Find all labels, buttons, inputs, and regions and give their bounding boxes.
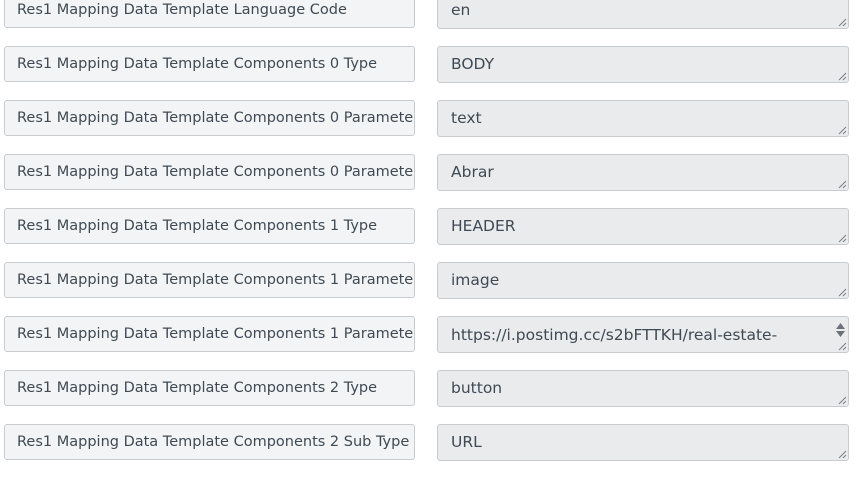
field-name-input[interactable]: Res1 Mapping Data Template Components 0 …: [4, 46, 415, 82]
field-value-text: https://i.postimg.cc/s2bFTTKH/real-estat…: [451, 326, 778, 344]
field-row: Res1 Mapping Data Template Components 1 …: [0, 316, 857, 370]
field-value-textarea[interactable]: text: [437, 100, 849, 137]
field-value-text: HEADER: [451, 217, 516, 235]
field-value-textarea[interactable]: BODY: [437, 46, 849, 83]
field-row: Res1 Mapping Data Template Language Code…: [0, 0, 857, 46]
field-value-text: text: [451, 109, 482, 127]
resize-grip-icon[interactable]: [838, 450, 847, 459]
field-row: Res1 Mapping Data Template Components 2 …: [0, 370, 857, 424]
field-mapping-list: Res1 Mapping Data Template Language Code…: [0, 0, 857, 478]
field-row: Res1 Mapping Data Template Components 1 …: [0, 262, 857, 316]
resize-grip-icon[interactable]: [838, 72, 847, 81]
field-name-input[interactable]: Res1 Mapping Data Template Language Code: [4, 0, 415, 28]
field-value-textarea[interactable]: HEADER: [437, 208, 849, 245]
field-value-text: image: [451, 271, 500, 289]
field-value-textarea[interactable]: Abrar: [437, 154, 849, 191]
field-name-input[interactable]: Res1 Mapping Data Template Components 0 …: [4, 100, 415, 136]
field-value-text: BODY: [451, 55, 495, 73]
field-value-textarea[interactable]: URL: [437, 424, 849, 461]
field-value-textarea[interactable]: button: [437, 370, 849, 407]
field-row: Res1 Mapping Data Template Components 0 …: [0, 46, 857, 100]
field-name-input[interactable]: Res1 Mapping Data Template Components 1 …: [4, 316, 415, 352]
field-value-text: Abrar: [451, 163, 494, 181]
resize-grip-icon[interactable]: [838, 234, 847, 243]
field-name-input[interactable]: Res1 Mapping Data Template Components 1 …: [4, 208, 415, 244]
field-value-textarea[interactable]: en: [437, 0, 849, 29]
field-row: Res1 Mapping Data Template Components 0 …: [0, 154, 857, 208]
field-name-input[interactable]: Res1 Mapping Data Template Components 2 …: [4, 424, 415, 460]
field-value-text: button: [451, 379, 503, 397]
scroll-down-icon[interactable]: [835, 331, 845, 337]
field-value-textarea[interactable]: image: [437, 262, 849, 299]
textarea-scroll-arrows[interactable]: [834, 319, 846, 341]
resize-grip-icon[interactable]: [838, 180, 847, 189]
field-row: Res1 Mapping Data Template Components 0 …: [0, 100, 857, 154]
field-row: Res1 Mapping Data Template Components 1 …: [0, 208, 857, 262]
field-row: Res1 Mapping Data Template Components 2 …: [0, 424, 857, 478]
resize-grip-icon[interactable]: [838, 18, 847, 27]
resize-grip-icon[interactable]: [838, 288, 847, 297]
field-value-text: en: [451, 1, 471, 19]
resize-grip-icon[interactable]: [838, 396, 847, 405]
scroll-up-icon[interactable]: [835, 323, 845, 329]
field-value-textarea[interactable]: https://i.postimg.cc/s2bFTTKH/real-estat…: [437, 316, 849, 353]
field-name-input[interactable]: Res1 Mapping Data Template Components 2 …: [4, 370, 415, 406]
field-name-input[interactable]: Res1 Mapping Data Template Components 1 …: [4, 262, 415, 298]
resize-grip-icon[interactable]: [838, 126, 847, 135]
field-value-text: URL: [451, 433, 482, 451]
resize-grip-icon[interactable]: [838, 342, 847, 351]
field-name-input[interactable]: Res1 Mapping Data Template Components 0 …: [4, 154, 415, 190]
